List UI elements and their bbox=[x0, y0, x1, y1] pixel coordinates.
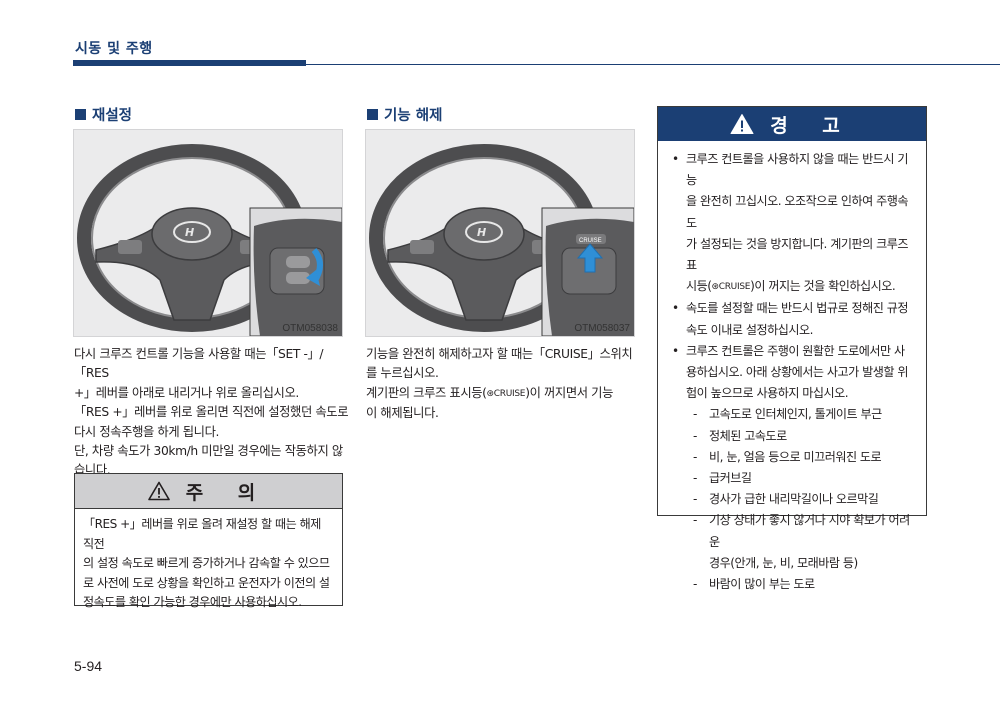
resume-line: +」레버를 아래로 내리거나 위로 올리십시오. bbox=[74, 385, 299, 400]
heading-square-marker bbox=[75, 109, 86, 120]
svg-text:H: H bbox=[185, 226, 194, 239]
cancel-line: 기능을 완전히 해제하고자 할 때는「CRUISE」스위치 bbox=[366, 347, 633, 361]
warning-title: 경 고 bbox=[770, 114, 854, 137]
cancel-line: 를 누르십시오. bbox=[366, 366, 439, 381]
warning-situation-item: - 고속도로 인터체인지, 톨게이트 부근 bbox=[693, 407, 882, 422]
warning-situation-item: - 경사가 급한 내리막길이나 오르막길 bbox=[693, 492, 879, 507]
warning-situation-item: - 비, 눈, 얼음 등으로 미끄러워진 도로 bbox=[693, 449, 882, 464]
figure-code-resume: OTM058038 bbox=[282, 323, 338, 334]
figure-resume: H OTM058038 bbox=[73, 129, 343, 337]
warning-situation-item: - 기상 상태가 좋지 않거나 시야 확보가 어려운 경우(안개, 눈, 비, 모래… bbox=[693, 513, 910, 570]
warning-bullet: • 크루즈 컨트롤을 사용하지 않을 때는 반드시 기능 을 완전히 끄십시오.… bbox=[668, 149, 918, 298]
resume-description: 다시 크루즈 컨트롤 기능을 사용할 때는「SET -」/「RES +」레버를 … bbox=[74, 345, 349, 481]
warning-situation-item: - 정체된 고속도로 bbox=[693, 428, 787, 443]
caution-line: 로 사전에 도로 상황을 확인하고 운전자가 이전의 설 bbox=[83, 575, 330, 590]
resume-line: 다시 정속주행을 하게 됩니다. bbox=[74, 424, 219, 439]
caution-body: 「RES +」레버를 위로 올려 재설정 할 때는 해제 직전 의 설정 속도로… bbox=[75, 509, 342, 613]
caution-title: 주 의 bbox=[185, 481, 270, 504]
warning-bullet: • 속도를 설정할 때는 반드시 법규로 정해진 규정 속도 이내로 설정하십시… bbox=[672, 301, 908, 337]
cancel-line: 계기판의 크루즈 표시등(⊛CRUISE)이 꺼지면서 기능 bbox=[366, 384, 641, 404]
warning-situation-item: - 급커브길 bbox=[693, 471, 752, 486]
warning-bullet: • 크루즈 컨트롤은 주행이 원활한 도로에서만 사 용하십시오. 아래 상황에… bbox=[672, 343, 908, 401]
warning-situation-item: - 바람이 많이 부는 도로 bbox=[693, 577, 815, 592]
section-heading-cancel-label: 기능 해제 bbox=[384, 108, 443, 124]
steering-wheel-illustration: H bbox=[77, 144, 342, 336]
resume-line: 단, 차량 속도가 30km/h 미만일 경우에는 작동하지 않 bbox=[74, 444, 343, 459]
warning-header: 경 고 bbox=[658, 107, 926, 141]
warning-triangle-icon bbox=[147, 481, 170, 501]
section-heading-cancel: 기능 해제 bbox=[367, 104, 442, 125]
steering-wheel-illustration: H bbox=[369, 144, 634, 336]
warning-triangle-icon bbox=[730, 114, 754, 134]
section-heading-resume-label: 재설정 bbox=[92, 108, 133, 124]
chapter-title: 시동 및 주행 bbox=[75, 41, 153, 57]
cruise-indicator-icon: ⊛CRUISE bbox=[711, 282, 751, 293]
caution-line: 정속도를 확인 가능한 경우에만 사용하십시오. bbox=[83, 595, 302, 609]
header-rule-thick bbox=[73, 60, 306, 66]
cancel-line: 이 해제됩니다. bbox=[366, 406, 439, 421]
caution-box: 주 의 「RES +」레버를 위로 올려 재설정 할 때는 해제 직전 의 설정… bbox=[74, 473, 343, 609]
section-heading-resume: 재설정 bbox=[75, 104, 132, 125]
svg-text:H: H bbox=[477, 226, 486, 239]
cancel-description: 기능을 완전히 해제하고자 할 때는「CRUISE」스위치 를 누르십시오. 계… bbox=[366, 345, 641, 424]
header-rule-thin bbox=[306, 64, 1000, 65]
caution-line: 「RES +」레버를 위로 올려 재설정 할 때는 해제 직전 bbox=[83, 517, 321, 551]
heading-square-marker bbox=[367, 109, 378, 120]
cruise-indicator-icon: ⊛CRUISE bbox=[486, 388, 526, 399]
figure-code-cancel: OTM058037 bbox=[574, 323, 630, 334]
resume-line: 「RES +」레버를 위로 올리면 직전에 설정했던 속도로 bbox=[74, 405, 349, 420]
figure-cancel: H CRUISE OTM058037 bbox=[365, 129, 635, 337]
resume-line: 다시 크루즈 컨트롤 기능을 사용할 때는「SET -」/「RES bbox=[74, 347, 324, 381]
page-number: 5-94 bbox=[74, 658, 103, 674]
caution-line: 의 설정 속도로 빠르게 증가하거나 감속할 수 있으므 bbox=[83, 556, 330, 570]
warning-body: • 크루즈 컨트롤을 사용하지 않을 때는 반드시 기능 을 완전히 끄십시오.… bbox=[658, 141, 926, 595]
warning-box: 경 고 • 크루즈 컨트롤을 사용하지 않을 때는 반드시 기능 을 완전히 끄… bbox=[657, 106, 927, 591]
caution-header: 주 의 bbox=[75, 474, 342, 509]
